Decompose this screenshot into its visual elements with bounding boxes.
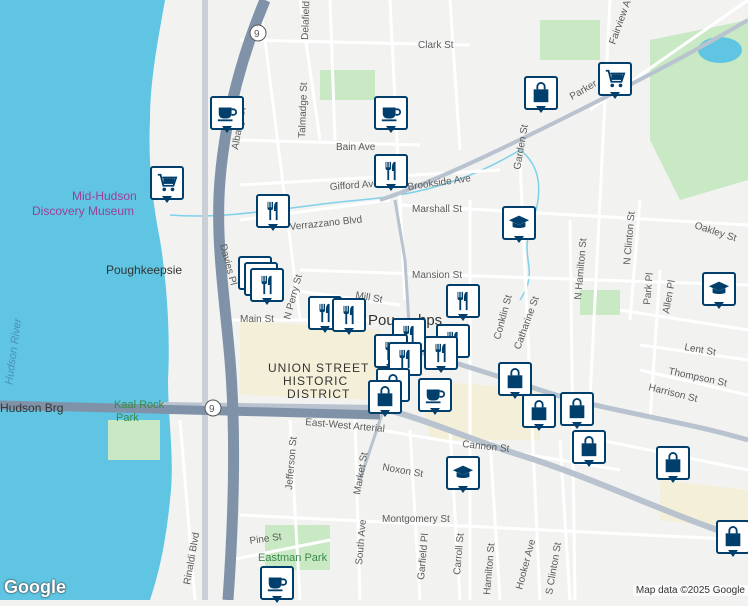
bag-icon (528, 400, 550, 422)
shop-marker-arterial-2[interactable] (522, 394, 556, 434)
cart-icon (604, 68, 626, 90)
school-marker-marshall[interactable] (502, 206, 536, 246)
street-label: Clark St (418, 40, 454, 51)
shop-marker-arterial-east[interactable] (716, 520, 748, 560)
school-marker-smith[interactable] (702, 272, 736, 312)
cart-icon (156, 172, 178, 194)
restaurant-marker-main-5[interactable] (424, 336, 458, 376)
cafe-marker-arterial[interactable] (418, 378, 452, 418)
restaurant-marker-millst-2[interactable] (332, 298, 366, 338)
street-label: Marshall St (412, 204, 462, 215)
shop-marker-arterial-3[interactable] (560, 392, 594, 432)
bag-icon (578, 436, 600, 458)
district-label-line2: HISTORIC (283, 374, 348, 388)
restaurant-marker-verrazzano[interactable] (256, 194, 290, 234)
grocery-marker-museum[interactable] (150, 166, 184, 206)
park (540, 20, 600, 60)
street-label: Talmadge St (297, 82, 310, 138)
bag-icon (530, 82, 552, 104)
cup-icon (380, 102, 402, 124)
kaal-rock-label-line1: Kaal Rock (114, 399, 165, 411)
district-label-line1: UNION STREET (268, 361, 369, 375)
grocery-marker-nhamilton[interactable] (598, 62, 632, 102)
fork-knife-icon (430, 342, 452, 364)
park (108, 420, 160, 460)
shop-marker-cannon[interactable] (656, 446, 690, 486)
city-label-part1: Pou (368, 312, 395, 329)
shop-marker-hamilton[interactable] (572, 430, 606, 470)
cafe-marker-albany[interactable] (210, 96, 244, 136)
fork-knife-icon (338, 304, 360, 326)
fork-knife-icon (256, 274, 278, 296)
poughkeepsie-station-label: Poughkeepsie (106, 263, 182, 277)
street-label: Mansion St (412, 270, 462, 281)
school-marker-noxon[interactable] (446, 456, 480, 496)
street-label: Main St (240, 314, 274, 325)
street-label: Montgomery St (382, 514, 450, 525)
map-attribution: Map data ©2025 Google (632, 585, 748, 596)
cafe-marker-washington[interactable] (374, 96, 408, 136)
fork-knife-icon (394, 348, 416, 370)
bag-icon (662, 452, 684, 474)
fork-knife-icon (452, 290, 474, 312)
pond (698, 37, 742, 63)
park (320, 70, 375, 100)
kaal-rock-label-line2: Park (116, 412, 139, 424)
mid-hudson-label-line2: Discovery Museum (32, 204, 134, 218)
street-label: Bain Ave (336, 142, 376, 153)
cup-icon (216, 102, 238, 124)
route-9-label-south: 9 (209, 404, 215, 415)
cafe-marker-south[interactable] (260, 566, 294, 606)
hudson-river (0, 0, 172, 600)
restaurant-marker-gifford[interactable] (374, 154, 408, 194)
mortarboard-icon (452, 462, 474, 484)
fork-knife-icon (380, 160, 402, 182)
mid-hudson-label-line1: Mid-Hudson (72, 189, 137, 203)
google-logo: Google (4, 577, 66, 597)
bag-icon (722, 526, 744, 548)
restaurant-marker-catharine[interactable] (446, 284, 480, 324)
bag-icon (504, 368, 526, 390)
bag-icon (566, 398, 588, 420)
hudson-bridge-label: Hudson Brg (0, 401, 63, 415)
route-9-label-north: 9 (254, 29, 260, 40)
street-label: Delafield St (300, 0, 313, 40)
mortarboard-icon (708, 278, 730, 300)
bag-icon (374, 386, 396, 408)
cup-icon (266, 572, 288, 594)
district-label-line3: DISTRICT (287, 387, 350, 401)
shop-marker-market-2[interactable] (368, 380, 402, 420)
fork-knife-icon (262, 200, 284, 222)
restaurant-cluster-mainst-3[interactable] (250, 268, 284, 308)
shop-marker-parker[interactable] (524, 76, 558, 116)
map-canvas[interactable]: 9 9 Hudson River Hudson Brg Mid-Hudson D… (0, 0, 748, 600)
eastman-park-label: Eastman Park (258, 552, 328, 564)
mortarboard-icon (508, 212, 530, 234)
park (580, 290, 620, 315)
cup-icon (424, 384, 446, 406)
